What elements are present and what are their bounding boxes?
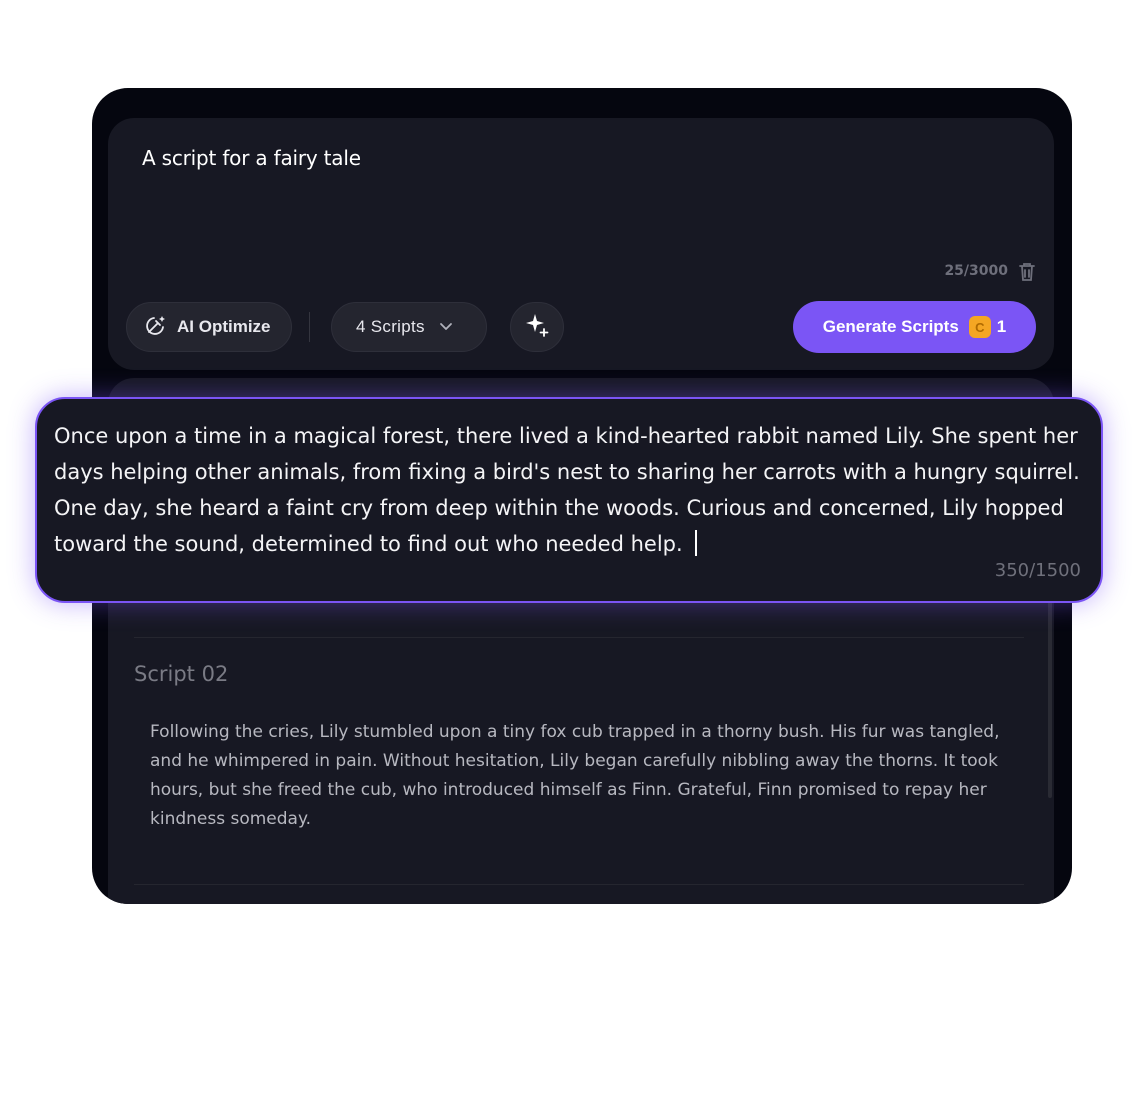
active-script-text[interactable]: Once upon a time in a magical forest, th… (54, 418, 1084, 562)
text-cursor (694, 530, 697, 556)
toolbar-divider (309, 312, 310, 342)
script-divider (134, 884, 1024, 885)
chevron-down-icon (439, 317, 453, 337)
generate-scripts-button[interactable]: Generate Scripts C 1 (793, 301, 1036, 353)
sparkle-add-icon (524, 312, 550, 343)
active-script-editor[interactable]: Once upon a time in a magical forest, th… (35, 397, 1103, 603)
script-count-dropdown[interactable]: 4 Scripts (331, 302, 487, 352)
active-script-char-counter: 350/1500 (994, 560, 1081, 581)
ai-optimize-icon (145, 314, 167, 341)
trash-icon[interactable] (1018, 262, 1036, 286)
coin-icon: C (968, 316, 991, 338)
prompt-input[interactable]: A script for a fairy tale (142, 146, 361, 170)
credit-cost: 1 (996, 317, 1007, 336)
generate-scripts-label: Generate Scripts (822, 317, 959, 336)
prompt-card[interactable]: A script for a fairy tale 25/3000 AI Opt… (108, 118, 1054, 370)
ai-optimize-button[interactable]: AI Optimize (126, 302, 292, 352)
script-02-title: Script 02 (134, 662, 229, 686)
ai-optimize-label: AI Optimize (177, 317, 271, 336)
script-count-label: 4 Scripts (356, 317, 425, 336)
add-sparkle-button[interactable] (510, 302, 564, 352)
script-02-text[interactable]: Following the cries, Lily stumbled upon … (150, 718, 1000, 834)
script-divider (134, 637, 1024, 638)
scrollbar[interactable] (1048, 588, 1052, 798)
prompt-char-counter: 25/3000 (944, 263, 1008, 279)
active-script-content: Once upon a time in a magical forest, th… (54, 424, 1080, 556)
